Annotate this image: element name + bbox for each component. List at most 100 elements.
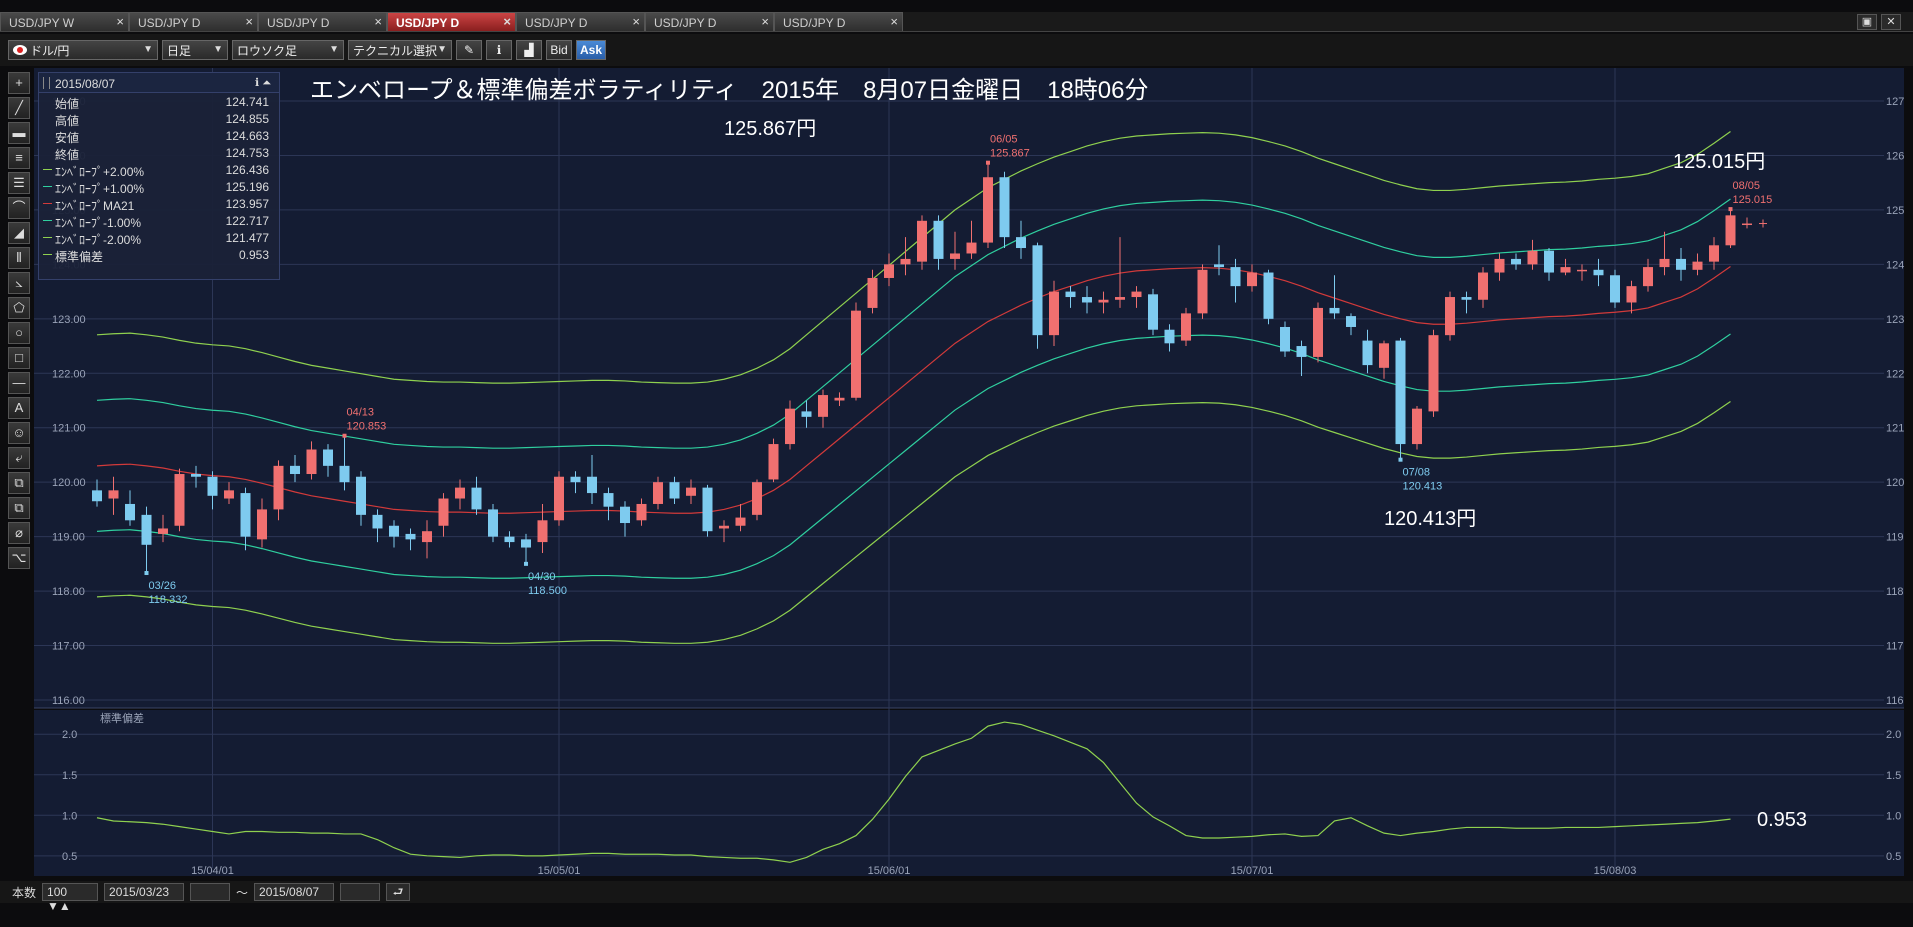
tab-usdjpy-d-2[interactable]: USD/JPY D ×: [258, 12, 387, 31]
annotation-date: 04/30: [528, 571, 556, 583]
chart-type-select[interactable]: ロウソク足 ▼: [232, 40, 344, 60]
tab-label: USD/JPY W: [9, 16, 75, 30]
close-window-icon[interactable]: ✕: [1881, 14, 1901, 30]
return-icon[interactable]: ⮐: [386, 883, 411, 901]
info-collapse-icon[interactable]: ℹ ⏶: [255, 76, 271, 90]
tab-usdjpy-d-1[interactable]: USD/JPY D ×: [129, 12, 258, 31]
copy-tool-icon[interactable]: ⧉: [8, 472, 30, 494]
circle-tool-icon[interactable]: ○: [8, 322, 30, 344]
settings-tool-icon[interactable]: ⌥: [8, 547, 30, 569]
range-tilde: ～: [236, 885, 249, 900]
fan-tool-icon[interactable]: ◢: [8, 222, 30, 244]
tab-usdjpy-d-6[interactable]: USD/JPY D ×: [774, 12, 903, 31]
rectangle-tool-icon[interactable]: □: [8, 347, 30, 369]
icon-tool-icon[interactable]: ☺: [8, 422, 30, 444]
chart-icon[interactable]: ▟: [516, 40, 542, 60]
close-icon[interactable]: ×: [116, 14, 124, 29]
sd-y-tick-label-left: 2.0: [62, 729, 77, 741]
candle-down: [389, 525, 399, 537]
candle-down: [1676, 258, 1686, 270]
candle-down: [1395, 340, 1406, 445]
x-tick-label: 15/05/01: [538, 865, 581, 877]
toolbar: ドル/円 ▼ 日足 ▼ ロウソク足 ▼ テクニカル選択 ▼ ✎ ℹ ▟ Bid Ask: [0, 34, 1913, 66]
line-swatch: [43, 237, 52, 238]
paste-tool-icon[interactable]: ⧉: [8, 497, 30, 519]
candle-down: [1230, 267, 1241, 287]
annotation-date: 06/05: [990, 134, 1018, 146]
candle-down: [191, 474, 201, 477]
info-row: ｴﾝﾍﾞﾛｰﾌﾟ-1.00% 122.717: [39, 212, 279, 230]
count-field[interactable]: 100 ▼▲: [42, 883, 99, 913]
tab-usdjpy-d-4[interactable]: USD/JPY D ×: [516, 12, 645, 31]
symbol-select[interactable]: ドル/円 ▼: [8, 40, 158, 60]
to-date-field[interactable]: 2015/08/07: [254, 883, 335, 901]
candle-up: [900, 258, 911, 265]
close-icon[interactable]: ×: [245, 14, 253, 29]
candle-up: [1412, 408, 1422, 445]
close-icon[interactable]: ×: [632, 14, 640, 29]
restore-icon[interactable]: ▣: [1857, 14, 1877, 30]
eraser-tool-icon[interactable]: ⌀: [8, 522, 30, 544]
candle-down: [1346, 316, 1356, 327]
line-swatch: [43, 169, 52, 170]
callout-high-june: 125.867円: [724, 118, 816, 140]
from-time-field[interactable]: [190, 883, 231, 901]
angle-tool-icon[interactable]: ⦣: [8, 272, 30, 294]
candle-down: [1296, 346, 1307, 357]
candle-down: [290, 465, 300, 475]
candle-down: [1263, 272, 1274, 319]
info-icon[interactable]: ℹ: [486, 40, 512, 60]
hline-tool-icon[interactable]: —: [8, 372, 30, 394]
candle-down: [1610, 275, 1620, 303]
candle-up: [1659, 258, 1670, 268]
tab-usdjpy-d-active[interactable]: USD/JPY D ×: [387, 12, 516, 31]
candlestick-chart[interactable]: 127.00127.00126.00126.00125.00125.00124.…: [34, 68, 1913, 878]
sd-y-tick-label: 1.5: [1886, 770, 1901, 782]
close-icon[interactable]: ×: [503, 14, 511, 29]
pentagon-tool-icon[interactable]: ⬠: [8, 297, 30, 319]
vertical-lines-tool-icon[interactable]: ⦀: [8, 247, 30, 269]
candle-up: [174, 474, 185, 526]
arc-tool-icon[interactable]: ⌒: [8, 197, 30, 219]
technical-select[interactable]: テクニカル選択 ▼: [348, 40, 452, 60]
tab-usdjpy-w[interactable]: USD/JPY W ×: [0, 12, 129, 31]
candle-up: [1098, 299, 1109, 303]
ruler-tool-icon[interactable]: ▬: [8, 122, 30, 144]
ask-button[interactable]: Ask: [576, 40, 607, 60]
candle-down: [240, 493, 251, 537]
x-tick-label: 15/08/03: [1594, 865, 1637, 877]
chart-type-label: ロウソク足: [237, 43, 298, 58]
info-row-value: 126.436: [225, 163, 269, 177]
info-date: 2015/08/07 ℹ ⏶: [39, 73, 279, 93]
count-value: 100: [47, 885, 68, 899]
candle-down: [323, 449, 333, 466]
undo-tool-icon[interactable]: ⤶: [8, 447, 30, 469]
text-tool-icon[interactable]: A: [8, 397, 30, 419]
info-row: ｴﾝﾍﾞﾛｰﾌﾟ+2.00% 126.436: [39, 161, 279, 179]
bid-button[interactable]: Bid: [546, 40, 572, 60]
candle-up: [1131, 291, 1142, 298]
fibonacci-tool-icon[interactable]: ☰: [8, 172, 30, 194]
candle-up: [1709, 245, 1719, 262]
extreme-marker: [524, 561, 528, 566]
pencil-icon[interactable]: ✎: [456, 40, 482, 60]
extreme-marker: [1728, 207, 1733, 212]
from-date-field[interactable]: 2015/03/23: [104, 883, 185, 901]
candle-up: [735, 517, 746, 526]
candle-up: [1643, 267, 1653, 287]
y-tick-label: 117.00: [1886, 641, 1904, 653]
tab-usdjpy-d-5[interactable]: USD/JPY D ×: [645, 12, 774, 31]
close-icon[interactable]: ×: [761, 14, 769, 29]
candle-up: [686, 487, 696, 496]
chart-title: エンベロープ＆標準偏差ボラティリティ 2015年 8月07日金曜日 18時06分: [310, 77, 1149, 104]
annotation-date: 03/26: [149, 580, 177, 592]
horizontal-lines-tool-icon[interactable]: ≡: [8, 147, 30, 169]
tab-bar: USD/JPY W × USD/JPY D × USD/JPY D × USD/JPY…: [0, 12, 1913, 32]
crosshair-tool-icon[interactable]: +: [8, 72, 30, 94]
close-icon[interactable]: ×: [890, 14, 898, 29]
close-icon[interactable]: ×: [374, 14, 382, 29]
to-time-field[interactable]: [340, 883, 381, 901]
trendline-tool-icon[interactable]: ╱: [8, 97, 30, 119]
period-select[interactable]: 日足 ▼: [162, 40, 228, 60]
chart-area[interactable]: 127.00127.00126.00126.00125.00125.00124.…: [34, 68, 1913, 878]
